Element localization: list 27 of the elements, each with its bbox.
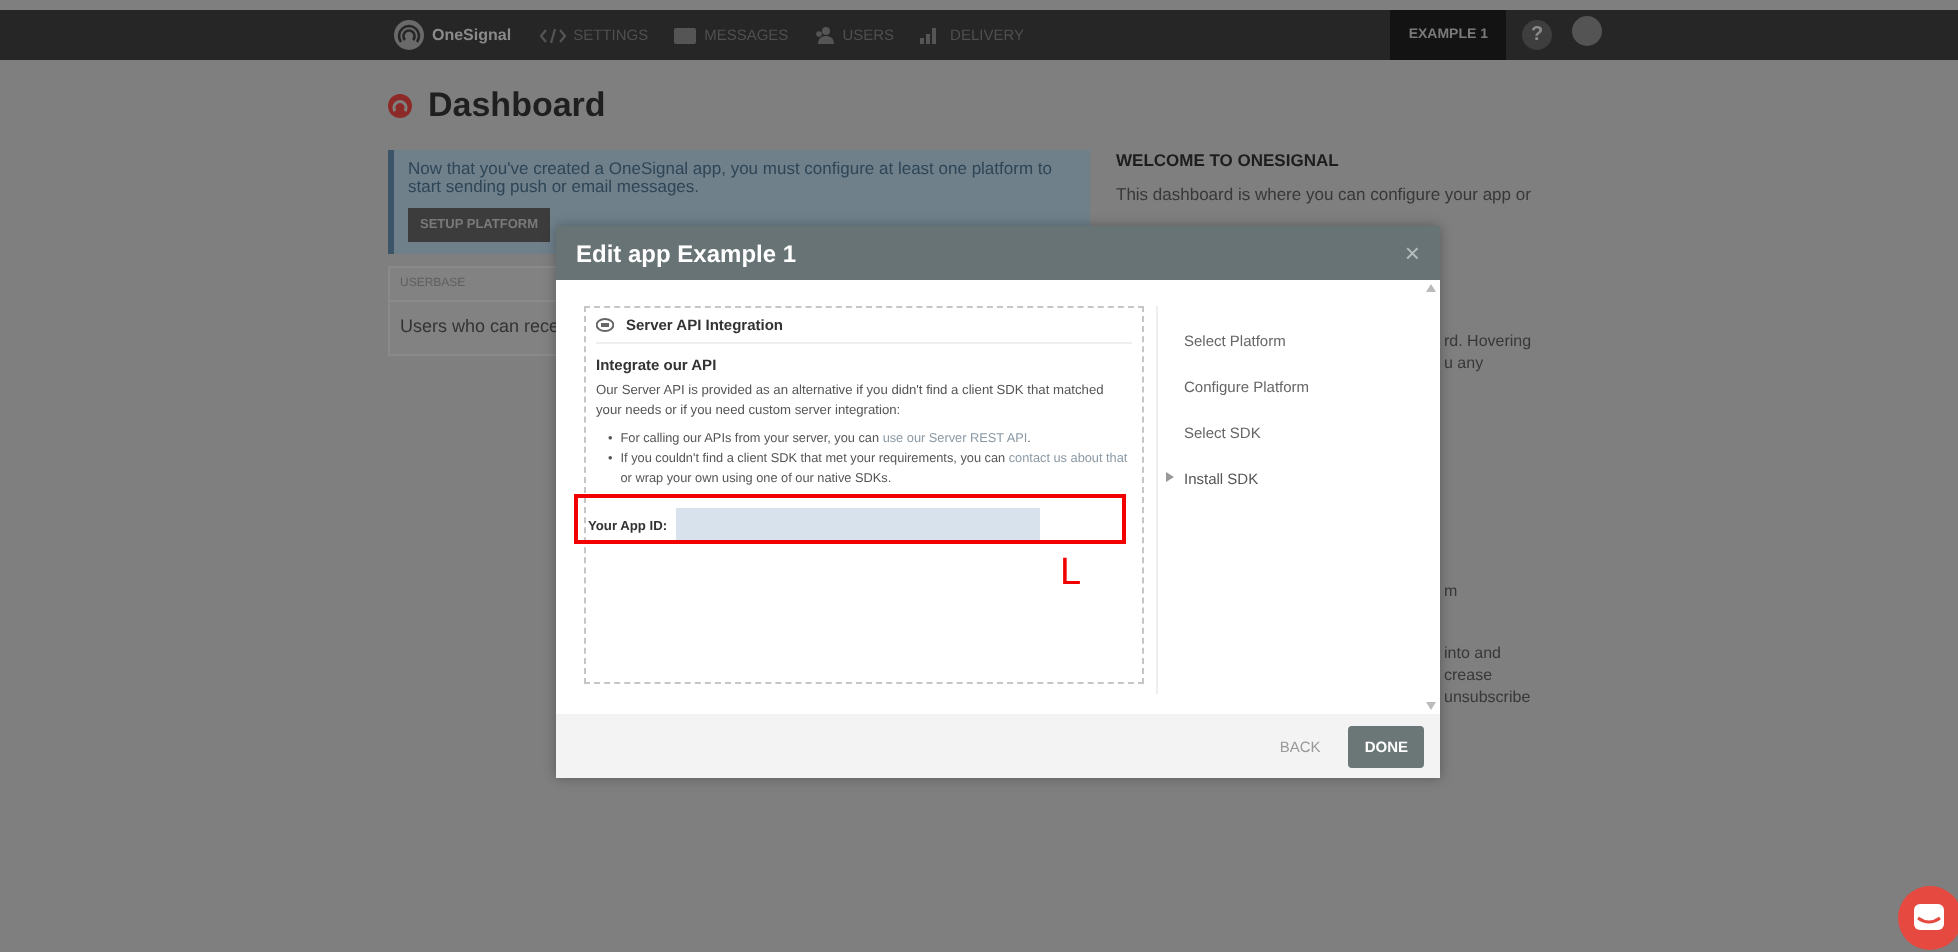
modal-title: Edit app Example 1 xyxy=(576,239,797,267)
server-icon xyxy=(596,318,614,332)
welcome-text-fragment: crease xyxy=(1444,664,1495,686)
welcome-text: This dashboard is where you can configure your app or xyxy=(1116,184,1533,204)
scroll-down-icon[interactable] xyxy=(1426,702,1436,710)
page-title: Dashboard xyxy=(428,86,606,126)
welcome-text-fragment: unsubscribe xyxy=(1444,686,1533,708)
help-button[interactable]: ? xyxy=(1522,20,1552,50)
avatar-icon[interactable] xyxy=(1572,15,1602,45)
close-button[interactable]: × xyxy=(1404,238,1420,268)
welcome-text-fragment: rd. Hovering xyxy=(1444,330,1534,352)
notice-text: Now that you've created a OneSignal app, you must configure at least one platform to start sending push or email messages. xyxy=(408,160,1054,196)
welcome-text-fragment: u any xyxy=(1444,352,1486,374)
scroll-up-icon[interactable] xyxy=(1426,284,1436,292)
messages-icon xyxy=(674,27,697,43)
welcome-heading: WELCOME TO ONESIGNAL xyxy=(1116,150,1341,170)
annotation-label: L xyxy=(1060,554,1082,592)
dashboard-icon xyxy=(388,94,412,118)
caret-icon xyxy=(1166,472,1174,482)
logo-icon xyxy=(394,20,424,50)
brand-logo[interactable]: OneSignal xyxy=(394,20,512,50)
users-icon xyxy=(814,26,835,44)
chat-button[interactable] xyxy=(1896,886,1958,950)
code-icon xyxy=(539,27,566,43)
welcome-text-fragment: into and xyxy=(1444,642,1503,664)
brand-name: OneSignal xyxy=(432,26,512,44)
welcome-text-fragment: m xyxy=(1444,580,1460,602)
